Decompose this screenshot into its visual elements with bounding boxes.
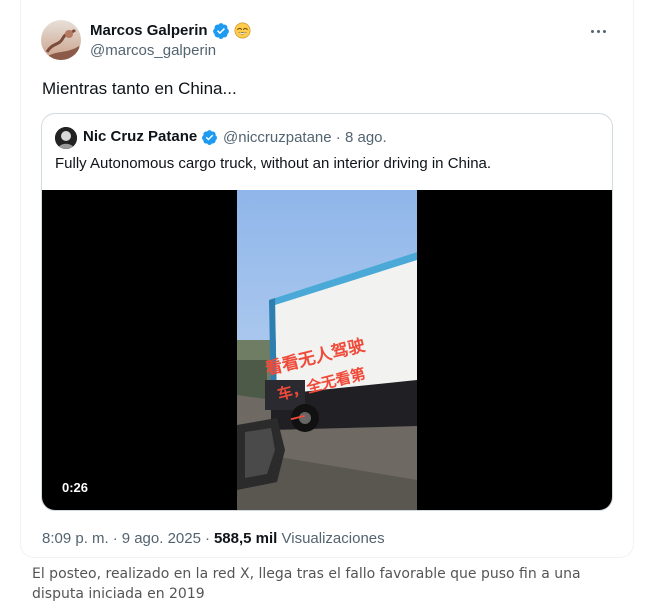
verified-badge-icon bbox=[202, 130, 217, 145]
author-name[interactable]: Marcos Galperin bbox=[90, 22, 208, 39]
author-handle[interactable]: @marcos_galperin bbox=[90, 42, 216, 59]
tweet-footer: 8:09 p. m. · 9 ago. 2025 · 588,5 mil Visuali… bbox=[42, 530, 385, 547]
separator-dot: · bbox=[335, 129, 341, 146]
quoted-date[interactable]: 8 ago. bbox=[345, 129, 387, 146]
quoted-author-avatar[interactable] bbox=[55, 127, 77, 149]
tweet-date[interactable]: 9 ago. 2025 bbox=[122, 530, 201, 547]
tweet-time[interactable]: 8:09 p. m. bbox=[42, 530, 109, 547]
video-player[interactable]: 看看无人驾驶 车，全无看第 一 0:26 bbox=[42, 190, 612, 510]
verified-badge-icon bbox=[213, 23, 229, 39]
video-frame: 看看无人驾驶 车，全无看第 一 bbox=[237, 190, 417, 510]
views-label: Visualizaciones bbox=[281, 530, 385, 547]
tweet-card: Marcos Galperin @marcos_galperin Mientra… bbox=[20, 0, 634, 558]
tweet-text: Mientras tanto en China... bbox=[42, 79, 237, 98]
avatar[interactable] bbox=[41, 20, 81, 60]
views-count: 588,5 mil bbox=[213, 530, 278, 547]
more-icon[interactable] bbox=[585, 20, 611, 42]
separator-dot: · bbox=[204, 530, 210, 547]
quoted-text: Fully Autonomous cargo truck, without an… bbox=[55, 155, 492, 172]
video-duration: 0:26 bbox=[62, 480, 89, 495]
separator-dot: · bbox=[112, 530, 118, 547]
quoted-author-name[interactable]: Nic Cruz Patane bbox=[83, 128, 197, 145]
article-caption: El posteo, realizado en la red X, llega … bbox=[32, 566, 581, 602]
quoted-meta: @niccruzpatane · 8 ago. bbox=[223, 129, 387, 146]
smiling-emoji-icon bbox=[234, 22, 251, 39]
quoted-tweet[interactable]: Nic Cruz Patane @niccruzpatane · 8 ago. … bbox=[41, 113, 613, 511]
quoted-author-handle[interactable]: @niccruzpatane bbox=[223, 129, 332, 146]
